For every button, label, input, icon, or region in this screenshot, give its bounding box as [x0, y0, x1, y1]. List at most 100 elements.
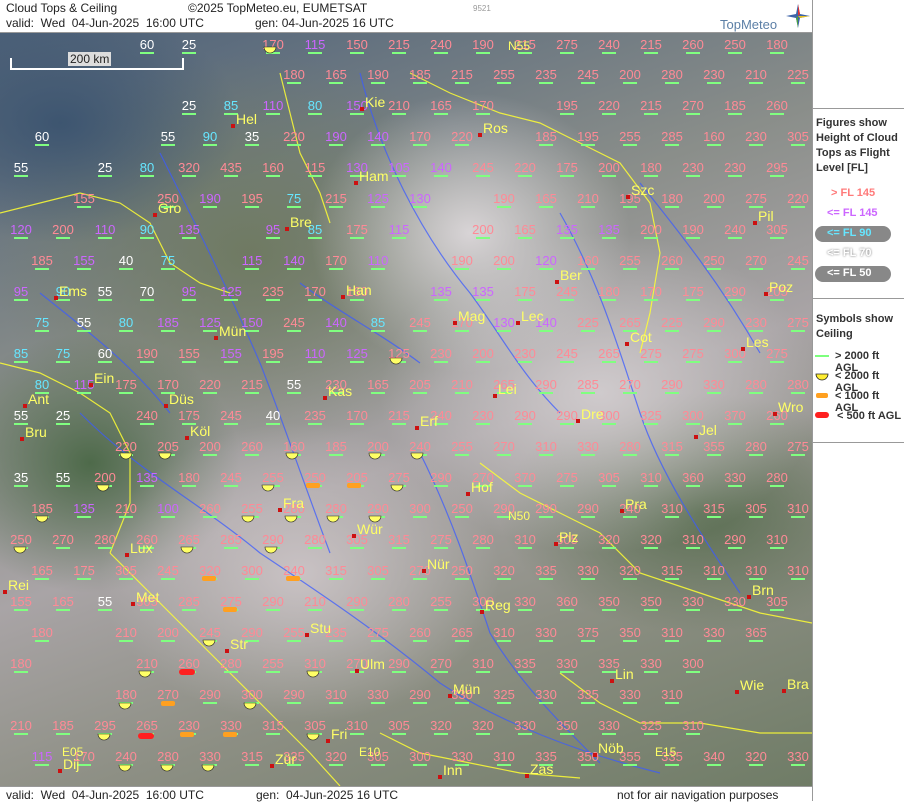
flight-level-value: 255	[619, 253, 641, 268]
city-label: Brn	[752, 582, 774, 598]
city-label: Jel	[699, 422, 717, 438]
city-label: Han	[346, 282, 372, 298]
ceiling-tick	[770, 52, 784, 54]
city-marker	[516, 321, 520, 325]
flight-level-value: 270	[682, 98, 704, 113]
border-line	[0, 362, 131, 554]
ceiling-tick	[665, 268, 679, 270]
flight-level-value: 315	[661, 563, 683, 578]
ceiling-tick	[749, 392, 763, 394]
weather-map[interactable]: 60 25 170 115 150 215 240 190 215 275 240 215 260 250…	[0, 33, 812, 786]
ceiling-tick	[476, 52, 490, 54]
ceiling-tick	[560, 485, 574, 487]
ceiling-tick	[476, 113, 490, 115]
ceiling-tick	[308, 361, 322, 363]
ceiling-tick	[308, 299, 322, 301]
flight-level-value: 185	[325, 439, 347, 454]
ceiling-tick	[665, 640, 679, 642]
city-marker	[278, 508, 282, 512]
flight-level-value: 180	[115, 687, 137, 702]
ceiling-tick	[413, 764, 427, 766]
ceiling-tick	[497, 82, 511, 84]
ceiling-tick	[497, 454, 511, 456]
flight-level-value: 265	[598, 346, 620, 361]
ceiling-tick	[497, 330, 511, 332]
flight-level-value: 305	[304, 718, 326, 733]
ceiling-tick	[623, 82, 637, 84]
city-marker	[625, 342, 629, 346]
ceiling-tick	[245, 330, 259, 332]
ceiling-tick	[455, 330, 469, 332]
flight-level-value: 280	[325, 501, 347, 516]
flight-level-value: 260	[661, 253, 683, 268]
flight-level-value: 60	[140, 37, 154, 52]
flight-level-value: 125	[220, 284, 242, 299]
flight-level-value: 170	[157, 377, 179, 392]
flight-level-value: 120	[10, 222, 32, 237]
ceiling-tick	[455, 144, 469, 146]
ceiling-tick	[203, 392, 217, 394]
flight-level-value: 95	[266, 222, 280, 237]
flight-level-value: 305	[598, 470, 620, 485]
legend-fl-50: <= FL 50	[827, 267, 872, 279]
flight-level-value: 225	[661, 315, 683, 330]
flight-level-value: 215	[325, 191, 347, 206]
flight-level-value: 240	[724, 222, 746, 237]
flight-level-value: 130	[409, 191, 431, 206]
flight-level-value: 175	[73, 563, 95, 578]
ceiling-tick	[770, 113, 784, 115]
flight-level-value: 275	[388, 470, 410, 485]
ceiling-tick	[791, 330, 805, 332]
ceiling-below-1000-symbol	[202, 576, 216, 581]
flight-level-value: 175	[682, 284, 704, 299]
ceiling-tick	[56, 237, 70, 239]
ceiling-tick	[518, 733, 532, 735]
flight-level-value: 260	[682, 37, 704, 52]
ceiling-tick	[770, 547, 784, 549]
ceiling-tick	[287, 330, 301, 332]
flight-level-value: 200	[703, 191, 725, 206]
city-label: Pra	[625, 496, 647, 512]
flight-level-value: 80	[35, 377, 49, 392]
flight-level-value: 290	[409, 687, 431, 702]
flight-level-value: 170	[304, 284, 326, 299]
border-line	[0, 192, 231, 294]
ceiling-tick	[413, 392, 427, 394]
flight-level-value: 190	[367, 67, 389, 82]
ceiling-tick	[665, 454, 679, 456]
ceiling-tick	[728, 361, 742, 363]
ceiling-tick	[602, 175, 616, 177]
flight-level-value: 60	[35, 129, 49, 144]
ceiling-tick	[203, 330, 217, 332]
ceiling-tick	[623, 268, 637, 270]
ceiling-tick	[581, 144, 595, 146]
ceiling-tick	[476, 237, 490, 239]
flight-level-value: 230	[178, 718, 200, 733]
ceiling-tick	[665, 764, 679, 766]
ceiling-tick	[581, 516, 595, 518]
flight-level-value: 350	[619, 625, 641, 640]
city-marker	[415, 426, 419, 430]
topmeteo-logo[interactable]: TopMeteo	[720, 4, 810, 32]
flight-level-value: 80	[119, 315, 133, 330]
ceiling-tick	[707, 268, 721, 270]
city-marker	[554, 542, 558, 546]
flight-level-value: 370	[724, 408, 746, 423]
flight-level-value: 245	[787, 253, 809, 268]
flight-level-value: 190	[325, 129, 347, 144]
ceiling-tick	[644, 547, 658, 549]
flight-level-value: 280	[619, 439, 641, 454]
ceiling-tick	[329, 640, 343, 642]
ceiling-tick	[518, 175, 532, 177]
flight-level-value: 335	[535, 563, 557, 578]
ceiling-tick	[434, 299, 448, 301]
city-marker	[782, 689, 786, 693]
flight-level-value: 75	[35, 315, 49, 330]
flight-level-value: 310	[703, 563, 725, 578]
symbols-heading: Symbols show Ceiling	[816, 313, 894, 340]
ceiling-tick	[623, 516, 637, 518]
city-marker	[323, 396, 327, 400]
flight-level-value: 300	[241, 563, 263, 578]
ceiling-below-1000-symbol	[286, 576, 300, 581]
city-marker	[453, 321, 457, 325]
